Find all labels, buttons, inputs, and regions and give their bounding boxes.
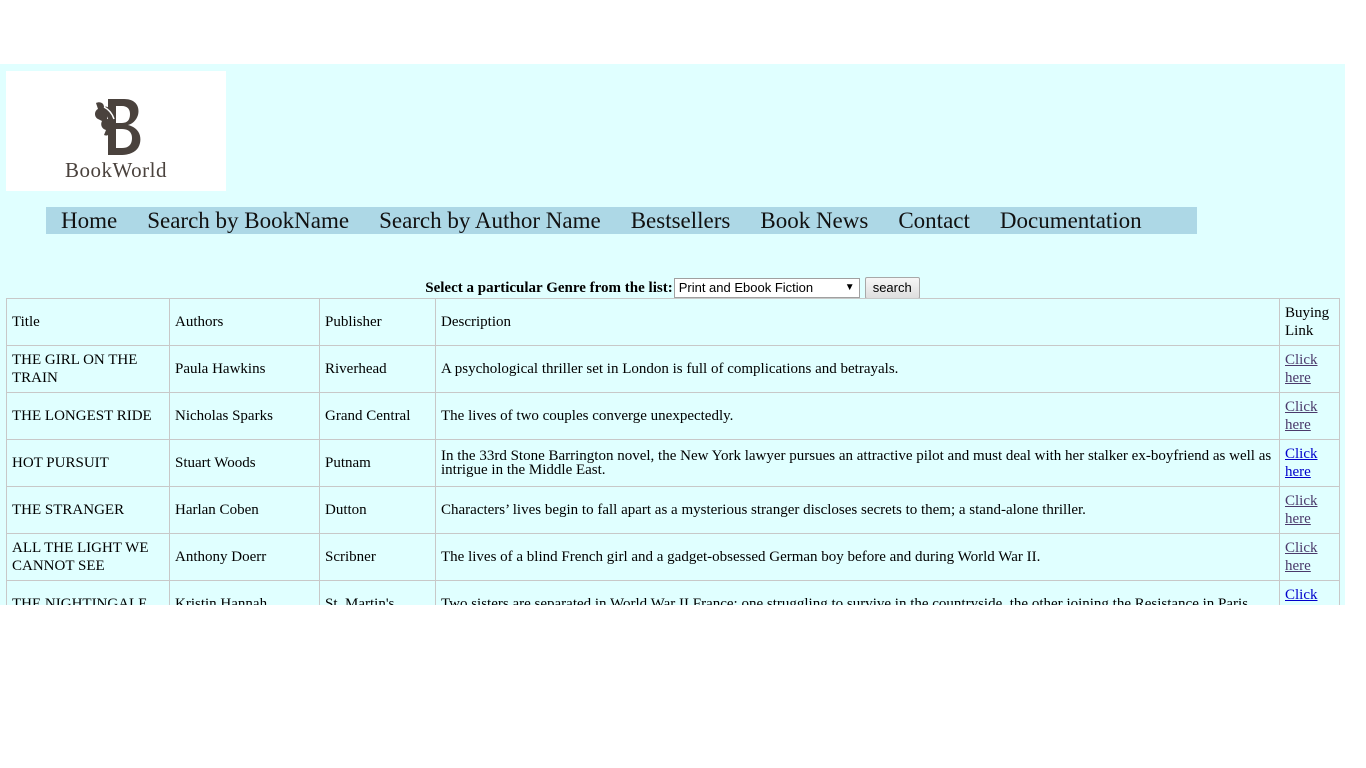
table-row: THE STRANGER Harlan Coben Dutton Charact… [6,486,1340,534]
book-title: ALL THE LIGHT WE CANNOT SEE [6,533,170,581]
bookworld-logo[interactable]: BookWorld [6,71,226,191]
buy-link[interactable]: Click here [1285,446,1318,480]
buy-link[interactable]: Click here [1285,493,1318,527]
nav-item-documentation[interactable]: Documentation [985,207,1157,234]
book-publisher: Dutton [319,486,436,534]
book-publisher: St. Martin's [319,580,436,605]
horse-b-logo-icon [95,99,141,155]
book-title: THE GIRL ON THE TRAIN [6,345,170,393]
book-publisher: Grand Central [319,392,436,440]
genre-label: Select a particular Genre from the list: [425,279,673,296]
nav-item-home[interactable]: Home [46,207,132,234]
book-author: Nicholas Sparks [169,392,320,440]
book-author: Kristin Hannah [169,580,320,605]
header-publisher: Publisher [319,298,436,346]
header-title: Title [6,298,170,346]
genre-select[interactable]: Print and Ebook Fiction ▼ [673,278,860,298]
book-publisher: Riverhead [319,345,436,393]
book-description: Two sisters are separated in World War I… [435,580,1280,605]
book-description: In the 33rd Stone Barrington novel, the … [435,439,1280,487]
logo-text: BookWorld [65,158,167,182]
genre-selected-value: Print and Ebook Fiction [678,280,814,295]
table-row: THE NIGHTINGALE Kristin Hannah St. Marti… [6,580,1340,605]
table-row: THE GIRL ON THE TRAIN Paula Hawkins Rive… [6,345,1340,393]
buy-link[interactable]: Click here [1285,587,1318,605]
book-description: The lives of two couples converge unexpe… [435,392,1280,440]
book-author: Paula Hawkins [169,345,320,393]
book-title: THE LONGEST RIDE [6,392,170,440]
book-description: A psychological thriller set in London i… [435,345,1280,393]
nav-item-book-news[interactable]: Book News [745,207,883,234]
book-publisher: Putnam [319,439,436,487]
book-author: Anthony Doerr [169,533,320,581]
book-description: The lives of a blind French girl and a g… [435,533,1280,581]
genre-selector-row: Select a particular Genre from the list:… [0,277,1345,299]
header-authors: Authors [169,298,320,346]
book-publisher: Scribner [319,533,436,581]
nav-item-bestsellers[interactable]: Bestsellers [616,207,746,234]
nav-item-contact[interactable]: Contact [883,207,985,234]
buy-link[interactable]: Click here [1285,399,1318,433]
page-viewport: BookWorld Home Search by BookName Search… [0,64,1345,605]
table-header-row: Title Authors Publisher Description Buyi… [6,298,1340,346]
book-title: THE STRANGER [6,486,170,534]
header-description: Description [435,298,1280,346]
book-author: Harlan Coben [169,486,320,534]
books-table: Title Authors Publisher Description Buyi… [6,298,1340,605]
header-buying-link: Buying Link [1279,298,1340,346]
book-author: Stuart Woods [169,439,320,487]
book-description: Characters’ lives begin to fall apart as… [435,486,1280,534]
book-title: THE NIGHTINGALE [6,580,170,605]
table-row: HOT PURSUIT Stuart Woods Putnam In the 3… [6,439,1340,487]
buy-link[interactable]: Click here [1285,540,1318,574]
buy-link[interactable]: Click here [1285,352,1318,386]
book-title: HOT PURSUIT [6,439,170,487]
dropdown-arrow-icon: ▼ [844,282,855,293]
nav-item-search-by-bookname[interactable]: Search by BookName [132,207,364,234]
main-nav: Home Search by BookName Search by Author… [46,207,1197,234]
table-row: ALL THE LIGHT WE CANNOT SEE Anthony Doer… [6,533,1340,581]
search-button[interactable]: search [864,277,920,299]
nav-item-search-by-author-name[interactable]: Search by Author Name [364,207,616,234]
table-row: THE LONGEST RIDE Nicholas Sparks Grand C… [6,392,1340,440]
